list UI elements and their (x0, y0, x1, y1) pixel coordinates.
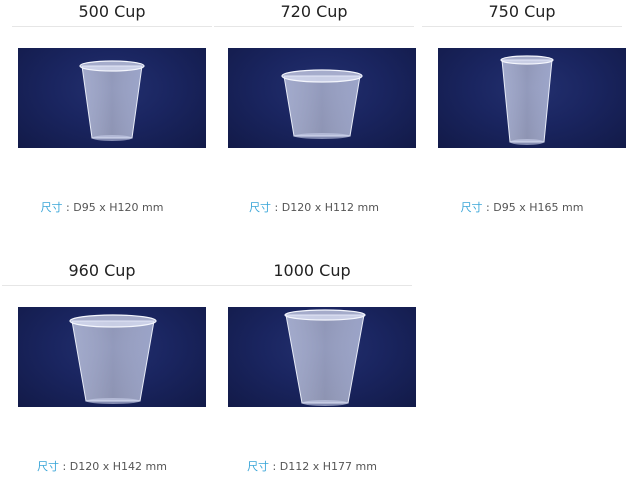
spec-value: D120 x H142 mm (69, 460, 167, 473)
spec-value: D95 x H120 mm (73, 201, 164, 214)
spec-value: D95 x H165 mm (493, 201, 584, 214)
spec-separator: : (271, 201, 282, 214)
product-title: 500 Cup (78, 2, 146, 21)
product-title: 750 Cup (488, 2, 556, 21)
spec-value: D120 x H112 mm (281, 201, 379, 214)
product-title: 1000 Cup (273, 261, 351, 280)
title-divider (212, 285, 412, 286)
product-title: 720 Cup (280, 2, 348, 21)
product-spec: 尺寸 : D95 x H165 mm (422, 200, 622, 216)
spec-separator: : (269, 460, 280, 473)
product-photo[interactable] (228, 307, 416, 407)
spec-label: 尺寸 (37, 460, 60, 473)
title-divider (214, 26, 414, 27)
product-photo[interactable] (438, 48, 626, 148)
cup-icon (79, 60, 145, 141)
spec-label: 尺寸 (249, 201, 272, 214)
spec-label: 尺寸 (247, 460, 270, 473)
cup-icon (69, 314, 157, 404)
product-photo[interactable] (18, 307, 206, 407)
product-spec: 尺寸 : D120 x H142 mm (2, 459, 202, 475)
cup-icon (284, 309, 366, 406)
title-divider (12, 26, 212, 27)
spec-label: 尺寸 (40, 201, 63, 214)
product-photo[interactable] (18, 48, 206, 148)
spec-label: 尺寸 (460, 201, 483, 214)
product-photo[interactable] (228, 48, 416, 148)
cup-icon (500, 55, 554, 145)
cup-icon (281, 69, 363, 139)
product-spec: 尺寸 : D120 x H112 mm (214, 200, 414, 216)
spec-value: D112 x H177 mm (279, 460, 377, 473)
title-divider (2, 285, 212, 286)
spec-separator: : (62, 201, 74, 214)
title-divider (422, 26, 622, 27)
spec-separator: : (482, 201, 494, 214)
spec-separator: : (59, 460, 70, 473)
product-title: 960 Cup (68, 261, 136, 280)
product-spec: 尺寸 : D95 x H120 mm (2, 200, 202, 216)
product-spec: 尺寸 : D112 x H177 mm (212, 459, 412, 475)
